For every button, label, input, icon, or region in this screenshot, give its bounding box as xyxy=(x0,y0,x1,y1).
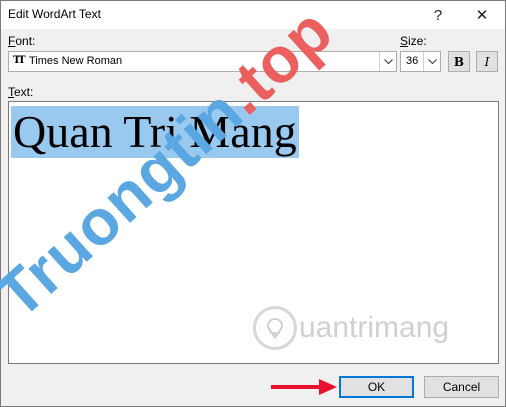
italic-button[interactable]: I xyxy=(476,51,498,72)
cancel-button[interactable]: Cancel xyxy=(424,376,499,398)
help-button[interactable]: ? xyxy=(423,1,453,29)
truetype-font-icon: TT xyxy=(13,55,25,66)
title-bar: Edit WordArt Text ? ✕ xyxy=(1,1,505,29)
annotation-arrow-icon xyxy=(271,379,337,395)
quantrimang-watermark: uantrimang xyxy=(253,306,449,350)
font-label: Font: xyxy=(8,34,36,48)
ok-button[interactable]: OK xyxy=(339,376,414,398)
bold-button[interactable]: B xyxy=(448,51,470,72)
text-label: Text: xyxy=(8,85,34,99)
chevron-down-icon[interactable] xyxy=(423,52,440,71)
chevron-down-icon[interactable] xyxy=(379,52,396,71)
size-dropdown[interactable]: 36 xyxy=(400,51,441,72)
edit-wordart-dialog: Edit WordArt Text ? ✕ Font: Size: TT Tim… xyxy=(0,0,506,407)
dialog-title: Edit WordArt Text xyxy=(8,7,101,21)
size-value: 36 xyxy=(406,55,419,67)
font-dropdown[interactable]: TT Times New Roman xyxy=(8,51,397,72)
lightbulb-icon xyxy=(253,306,297,350)
close-button[interactable]: ✕ xyxy=(467,1,497,29)
size-label: Size: xyxy=(400,34,427,48)
font-value: Times New Roman xyxy=(29,55,123,67)
